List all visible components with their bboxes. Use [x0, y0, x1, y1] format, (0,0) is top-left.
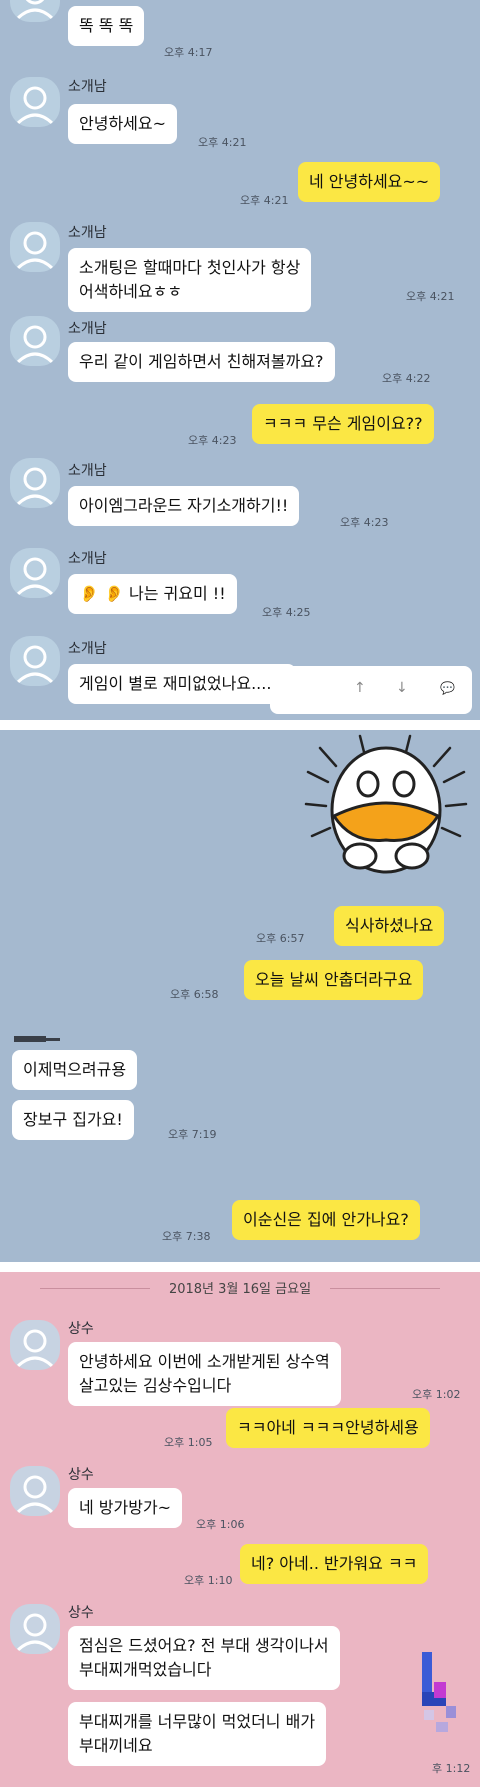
message-bubble: 똑 똑 똑 — [68, 6, 145, 46]
message-bubble: 안녕하세요~ — [68, 104, 178, 144]
sender-name: 상수 — [68, 1605, 94, 1621]
avatar[interactable] — [10, 316, 60, 366]
sender-name: 소개남 — [68, 551, 107, 567]
message-line: 어색하네요ㅎㅎ — [79, 282, 183, 301]
message-time: 오후 4:17 — [164, 46, 213, 59]
message-time: 오후 7:19 — [168, 1128, 217, 1141]
sender-name: 상수 — [68, 1467, 94, 1483]
message-bubble: 👂 👂 나는 귀요미 !! — [68, 574, 237, 614]
message-time: 오후 1:05 — [164, 1436, 213, 1449]
divider-line — [40, 1288, 150, 1289]
message-line: 점심은 드셨어요? 전 부대 생각이나서 — [79, 1636, 329, 1655]
message-bubble: 네 방가방가~ — [68, 1488, 183, 1528]
message-time: 오후 7:38 — [162, 1230, 211, 1243]
message-time: 오후 1:02 — [412, 1388, 461, 1401]
message-time: 오후 4:21 — [406, 290, 455, 303]
message-time: 오후 6:58 — [170, 988, 219, 1001]
chat-panel-3: 2018년 3월 16일 금요일 상수 안녕하세요 이번에 소개받게된 상수역 … — [0, 1272, 480, 1787]
avatar[interactable] — [10, 636, 60, 686]
avatar[interactable] — [10, 458, 60, 508]
message-bubble: 안녕하세요 이번에 소개받게된 상수역 살고있는 김상수입니다 — [68, 1342, 341, 1406]
message-bubble: 부대찌개를 너무많이 먹었더니 배가 부대끼네요 — [68, 1702, 327, 1766]
message-line: 부대찌개먹었습니다 — [79, 1660, 212, 1679]
sender-name: 소개남 — [68, 225, 107, 241]
message-bubble: 아이엠그라운드 자기소개하기!! — [68, 486, 300, 526]
message-bubble: ㅋㅋ아네 ㅋㅋㅋ안녕하세용 — [226, 1408, 430, 1448]
avatar[interactable] — [10, 77, 60, 127]
sender-name: 소개남 — [68, 463, 107, 479]
message-bubble: 소개팅은 할때마다 첫인사가 항상 어색하네요ㅎㅎ — [68, 248, 312, 312]
sender-name: 소개남 — [68, 79, 107, 95]
avatar[interactable] — [10, 1466, 60, 1516]
sender-name: 소개남 — [68, 641, 107, 657]
avatar[interactable] — [10, 1604, 60, 1654]
arrow-down-icon[interactable]: ↓ — [396, 680, 408, 696]
message-line: 안녕하세요 이번에 소개받게된 상수역 — [79, 1352, 330, 1371]
message-time: 오후 4:25 — [262, 606, 311, 619]
message-bubble: 우리 같이 게임하면서 친해져볼까요? — [68, 342, 335, 382]
message-bubble: 이제먹으려규용 — [12, 1050, 138, 1090]
pixelated-mark-icon — [422, 1652, 456, 1732]
message-line: 부대끼네요 — [79, 1736, 153, 1755]
message-bubble: 네 안녕하세요~~ — [298, 162, 441, 202]
message-bubble: ㅋㅋㅋ 무슨 게임이요?? — [252, 404, 434, 444]
message-time: 후 1:12 — [432, 1762, 471, 1775]
divider-line — [330, 1288, 440, 1289]
message-time: 오후 4:21 — [240, 194, 289, 207]
avatar[interactable] — [10, 548, 60, 598]
message-bubble: 점심은 드셨어요? 전 부대 생각이나서 부대찌개먹었습니다 — [68, 1626, 340, 1690]
date-divider: 2018년 3월 16일 금요일 — [0, 1278, 480, 1298]
chat-panel-1: 똑 똑 똑 오후 4:17 소개남 안녕하세요~ 오후 4:21 네 안녕하세요… — [0, 0, 480, 720]
message-bubble: 네? 아네.. 반가워요 ㅋㅋ — [240, 1544, 429, 1584]
message-bubble: 게임이 별로 재미없었나요.....? — [68, 664, 297, 704]
message-time: 오후 1:06 — [196, 1518, 245, 1531]
message-bubble: 식사하셨나요 — [334, 906, 445, 946]
message-bubble: 장보구 집가요! — [12, 1100, 134, 1140]
chat-icon[interactable]: 💬 — [440, 681, 455, 695]
search-nav-bar: ↑ ↓ 💬 — [270, 666, 472, 714]
message-time: 오후 1:10 — [184, 1574, 233, 1587]
message-bubble: 오늘 날씨 안춥더라구요 — [244, 960, 424, 1000]
avatar[interactable] — [10, 1320, 60, 1370]
message-time: 오후 4:23 — [340, 516, 389, 529]
redacted-name-icon — [14, 1036, 60, 1042]
date-label: 2018년 3월 16일 금요일 — [168, 1282, 312, 1297]
duck-sticker-icon[interactable] — [300, 732, 472, 882]
arrow-up-icon[interactable]: ↑ — [354, 680, 366, 696]
chat-panel-2: 식사하셨나요 오후 6:57 오늘 날씨 안춥더라구요 오후 6:58 이제먹으… — [0, 730, 480, 1262]
message-line: 부대찌개를 너무많이 먹었더니 배가 — [79, 1712, 316, 1731]
avatar[interactable] — [10, 222, 60, 272]
message-line: 소개팅은 할때마다 첫인사가 항상 — [79, 258, 301, 277]
message-time: 오후 6:57 — [256, 932, 305, 945]
message-line: 살고있는 김상수입니다 — [79, 1376, 232, 1395]
message-time: 오후 4:21 — [198, 136, 247, 149]
sender-name: 소개남 — [68, 321, 107, 337]
avatar[interactable] — [10, 0, 60, 22]
message-bubble: 이순신은 집에 안가나요? — [232, 1200, 420, 1240]
message-time: 오후 4:23 — [188, 434, 237, 447]
message-time: 오후 4:22 — [382, 372, 431, 385]
sender-name: 상수 — [68, 1321, 94, 1337]
